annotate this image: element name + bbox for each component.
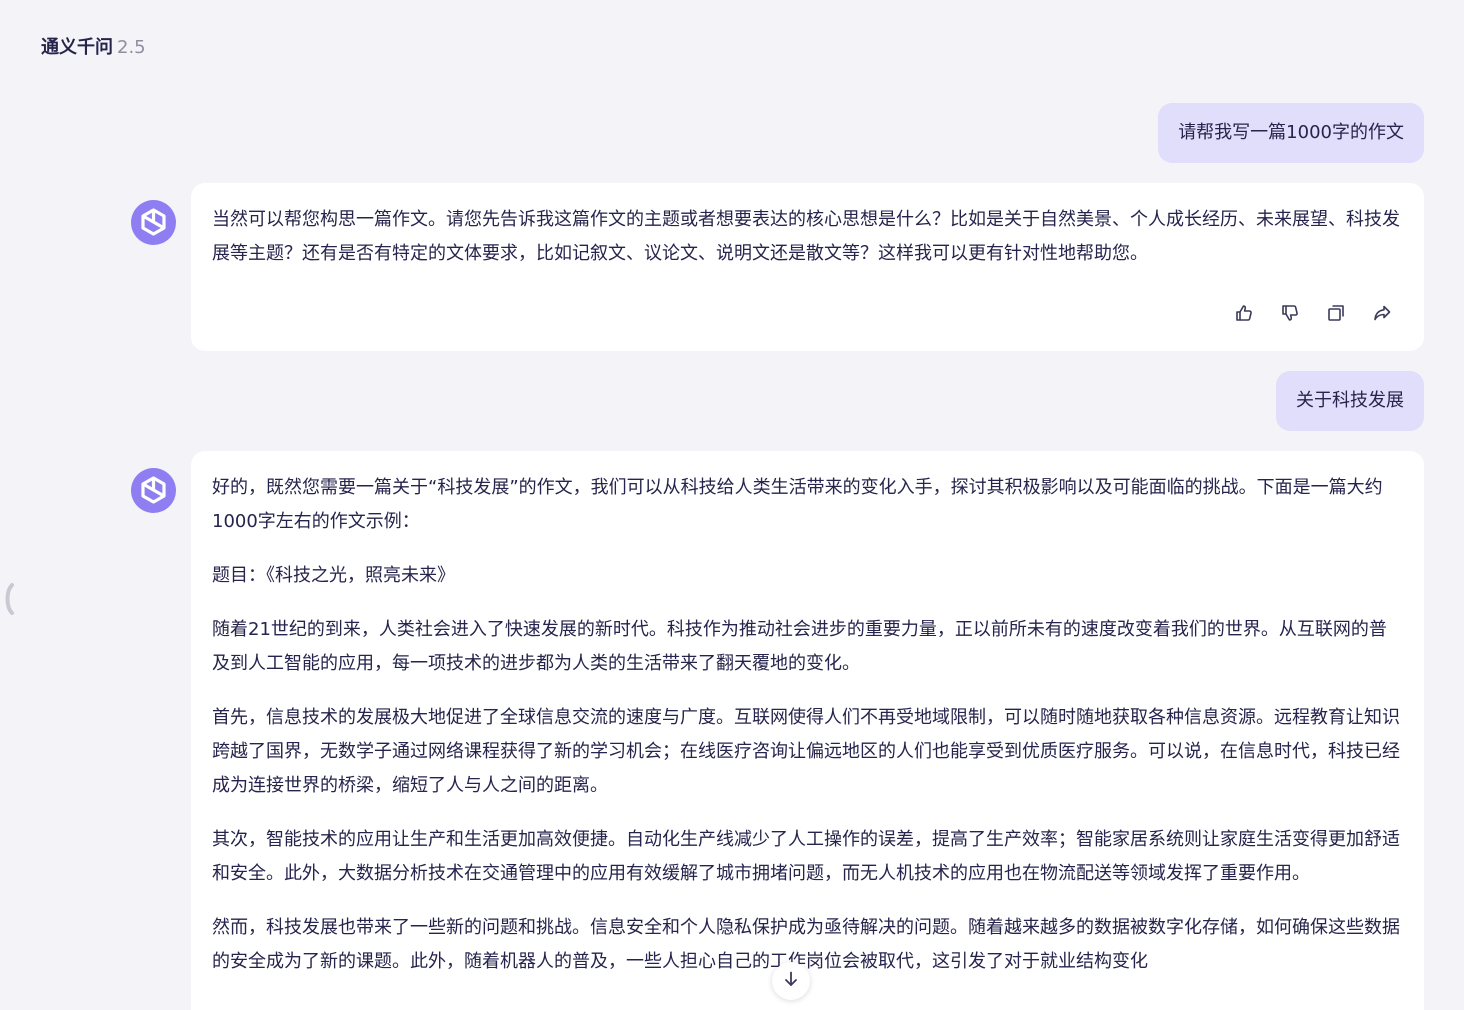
thumbs-down-icon[interactable]	[1278, 301, 1302, 325]
user-message: 请帮我写一篇1000字的作文	[1158, 103, 1424, 163]
user-message-text: 关于科技发展	[1296, 390, 1404, 411]
bot-message: 好的，既然您需要一篇关于“科技发展”的作文，我们可以从科技给人类生活带来的变化入…	[191, 451, 1424, 1010]
user-message: 关于科技发展	[1276, 371, 1424, 431]
user-message-text: 请帮我写一篇1000字的作文	[1178, 122, 1404, 143]
bot-message: 当然可以帮您构思一篇作文。请您先告诉我这篇作文的主题或者想要表达的核心思想是什么…	[191, 183, 1424, 351]
essay-title: 题目：《科技之光，照亮未来》	[212, 565, 455, 586]
thumbs-up-icon[interactable]	[1232, 301, 1256, 325]
app-version: 2.5	[117, 37, 146, 58]
bot-message-paragraph: 好的，既然您需要一篇关于“科技发展”的作文，我们可以从科技给人类生活带来的变化入…	[212, 477, 1383, 532]
bot-message-paragraph: 然而，科技发展也带来了一些新的问题和挑战。信息安全和个人隐私保护成为亟待解决的问…	[212, 917, 1400, 972]
copy-icon[interactable]	[1324, 301, 1348, 325]
qwen-logo-icon	[131, 468, 176, 513]
bot-message-paragraph: 随着21世纪的到来，人类社会进入了快速发展的新时代。科技作为推动社会进步的重要力…	[212, 619, 1387, 674]
app-header: 通义千问 2.5	[41, 34, 146, 62]
bot-message-paragraph: 当然可以帮您构思一篇作文。请您先告诉我这篇作文的主题或者想要表达的核心思想是什么…	[212, 209, 1400, 264]
scroll-to-bottom-button[interactable]	[772, 962, 810, 1000]
message-actions	[1232, 301, 1394, 325]
share-icon[interactable]	[1370, 301, 1394, 325]
app-name: 通义千问	[41, 37, 113, 58]
arrow-down-icon	[782, 970, 800, 992]
qwen-logo-icon	[131, 200, 176, 245]
bot-message-paragraph: 其次，智能技术的应用让生产和生活更加高效便捷。自动化生产线减少了人工操作的误差，…	[212, 829, 1400, 884]
collapse-handle-icon[interactable]	[4, 583, 14, 615]
bot-message-paragraph: 首先，信息技术的发展极大地促进了全球信息交流的速度与广度。互联网使得人们不再受地…	[212, 707, 1400, 796]
